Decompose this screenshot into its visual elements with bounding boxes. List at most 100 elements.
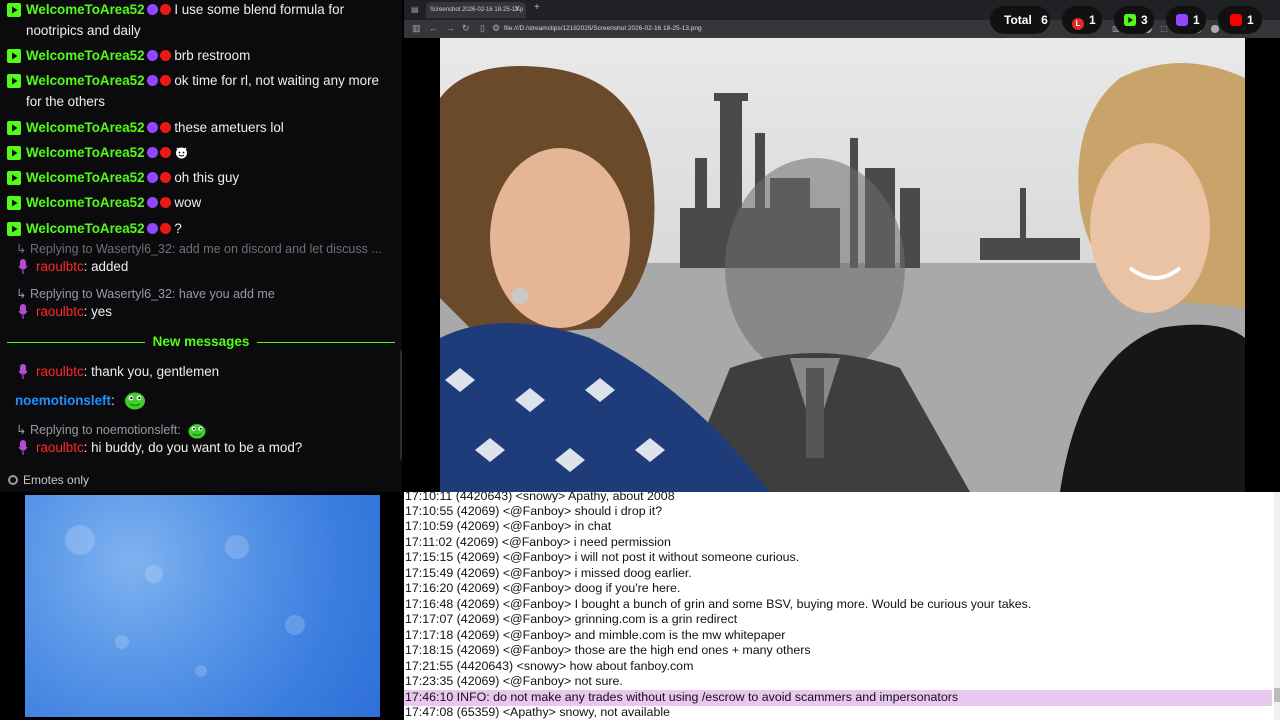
chat-message: raoulbtc: hi buddy, do you want to be a … [18, 437, 402, 458]
kick-icon [7, 3, 21, 17]
kick-icon [7, 121, 21, 135]
chat-username[interactable]: raoulbtc [36, 259, 84, 274]
chat-text: : yes [83, 304, 112, 319]
badge-icon [159, 4, 171, 15]
badge-icon [159, 50, 171, 61]
chat-text: : hi buddy, do you want to be a mod? [83, 440, 303, 455]
reply-arrow-icon: ↳ [16, 242, 30, 256]
browser-tab[interactable]: Screenshot 2026-02-16 18-25-13.p [426, 2, 526, 18]
reply-arrow-icon: ↳ [16, 423, 30, 437]
chat-username[interactable]: WelcomeToArea52 [26, 73, 145, 88]
irc-line: 17:10:55 (42069) <@Fanboy> should i drop… [405, 504, 663, 518]
total-counter: Total 6 [990, 6, 1050, 34]
chat-username[interactable]: WelcomeToArea52 [26, 145, 145, 160]
irc-line: 17:17:18 (42069) <@Fanboy> and mimble.co… [405, 628, 786, 642]
badge-icon [159, 197, 171, 208]
forward-icon[interactable]: → [446, 23, 455, 33]
irc-scrollbar-thumb[interactable] [1274, 688, 1280, 702]
kick-icon [7, 222, 21, 236]
bokeh-light [225, 535, 249, 559]
platform-counter-l: L1 [1062, 6, 1102, 34]
badge-icon [159, 172, 171, 183]
total-count: 6 [1041, 13, 1048, 27]
twitch-icon [1176, 14, 1188, 26]
irc-line: 17:11:02 (42069) <@Fanboy> i need permis… [405, 535, 671, 549]
reply-arrow-icon: ↳ [16, 287, 30, 301]
chat-username[interactable]: WelcomeToArea52 [26, 195, 145, 210]
sidebar-icon[interactable]: ▥ [412, 23, 421, 34]
chat-username[interactable]: raoulbtc [36, 364, 84, 379]
platform-count: 1 [1193, 13, 1200, 27]
platform-counter-youtube: 1 [1218, 6, 1262, 34]
emotes-only-icon [8, 475, 18, 485]
badge-icon [146, 75, 158, 86]
platform-counter-twitch: 1 [1166, 6, 1206, 34]
pepe-emote-icon [124, 390, 146, 410]
reply-context: ↳ Replying to Wasertyl6_32: have you add… [16, 286, 275, 301]
bokeh-light [115, 635, 129, 649]
irc-line: 17:15:15 (42069) <@Fanboy> i will not po… [405, 550, 800, 564]
emotes-only-label: Emotes only [23, 473, 90, 487]
reply-context: ↳ Replying to Wasertyl6_32: add me on di… [16, 241, 382, 256]
irc-line: 17:16:48 (42069) <@Fanboy> I bought a bu… [405, 597, 1032, 611]
chat-username[interactable]: raoulbtc [36, 440, 84, 455]
chat-scrollbar[interactable] [400, 350, 402, 460]
badge-icon [146, 50, 158, 61]
chat-text: ok time for rl, not waiting any more [174, 73, 379, 88]
reply-text: Replying to Wasertyl6_32: have you add m… [29, 287, 275, 301]
l-platform-icon: L [1072, 18, 1084, 30]
chat-text: these ametuers lol [174, 120, 284, 135]
kick-icon [1124, 8, 1136, 26]
total-label: Total [1004, 13, 1032, 27]
badge-icon [146, 197, 158, 208]
reload-icon[interactable]: ↻ [462, 23, 470, 34]
irc-line: 17:10:11 (4420643) <snowy> Apathy, about… [405, 492, 675, 503]
irc-scrollbar[interactable] [1274, 492, 1280, 720]
irc-line: 17:21:55 (4420643) <snowy> how about fan… [405, 659, 694, 673]
chat-username[interactable]: WelcomeToArea52 [26, 120, 145, 135]
url-input[interactable]: file:///D:/streamclips/12182025/Screensh… [504, 25, 702, 32]
badge-icon [146, 147, 158, 158]
chat-text: wow [174, 195, 202, 210]
irc-line: 17:23:35 (42069) <@Fanboy> not sure. [405, 674, 623, 688]
badge-icon [159, 122, 171, 133]
reply-text: Replying to noemotionsleft: [29, 423, 181, 437]
chat-panel: WelcomeToArea52 I use some blend formula… [0, 0, 402, 492]
bokeh-light [285, 615, 305, 635]
irc-log-window: 17:10:11 (4420643) <snowy> Apathy, about… [404, 492, 1280, 720]
chat-text: : added [83, 259, 129, 274]
chat-text: brb restroom [174, 48, 251, 63]
webcam-feed [25, 495, 380, 717]
new-messages-divider[interactable]: New messages [7, 333, 395, 351]
chat-username[interactable]: WelcomeToArea52 [26, 221, 145, 236]
kick-icon [7, 74, 21, 88]
file-icon: ▯ [480, 23, 485, 33]
microphone-icon [18, 304, 28, 319]
chat-text: I use some blend formula for [174, 2, 345, 17]
tab-list-icon[interactable]: ▤ [411, 5, 419, 14]
chat-message: raoulbtc: added [18, 256, 402, 277]
badge-icon [159, 75, 171, 86]
chat-text: : [110, 393, 115, 408]
chat-message: WelcomeToArea52 oh this guy [7, 167, 392, 188]
irc-line: 17:18:15 (42069) <@Fanboy> those are the… [405, 643, 811, 657]
chat-username[interactable]: WelcomeToArea52 [26, 2, 145, 17]
chat-message: WelcomeToArea52 ok time for rl, not wait… [7, 70, 392, 112]
settings-icon[interactable]: ⚙ [492, 23, 500, 34]
kick-icon [7, 49, 21, 63]
chat-username[interactable]: WelcomeToArea52 [26, 170, 145, 185]
microphone-icon [18, 259, 28, 274]
chat-message: raoulbtc: thank you, gentlemen [18, 361, 402, 382]
badge-icon [146, 172, 158, 183]
chat-username[interactable]: WelcomeToArea52 [26, 48, 145, 63]
new-messages-label: New messages [144, 334, 258, 349]
new-tab-icon[interactable]: + [534, 2, 540, 13]
back-icon[interactable]: ← [429, 23, 438, 33]
close-tab-icon[interactable]: ✕ [514, 4, 521, 13]
image-viewer [440, 38, 1245, 492]
browser-window: ▤ Screenshot 2026-02-16 18-25-13.p ✕ + ▥… [404, 0, 1280, 492]
chat-username[interactable]: raoulbtc [36, 304, 84, 319]
chat-username[interactable]: noemotionsleft [15, 393, 111, 408]
platform-count: 1 [1247, 13, 1254, 27]
chat-text: ? [174, 221, 182, 236]
